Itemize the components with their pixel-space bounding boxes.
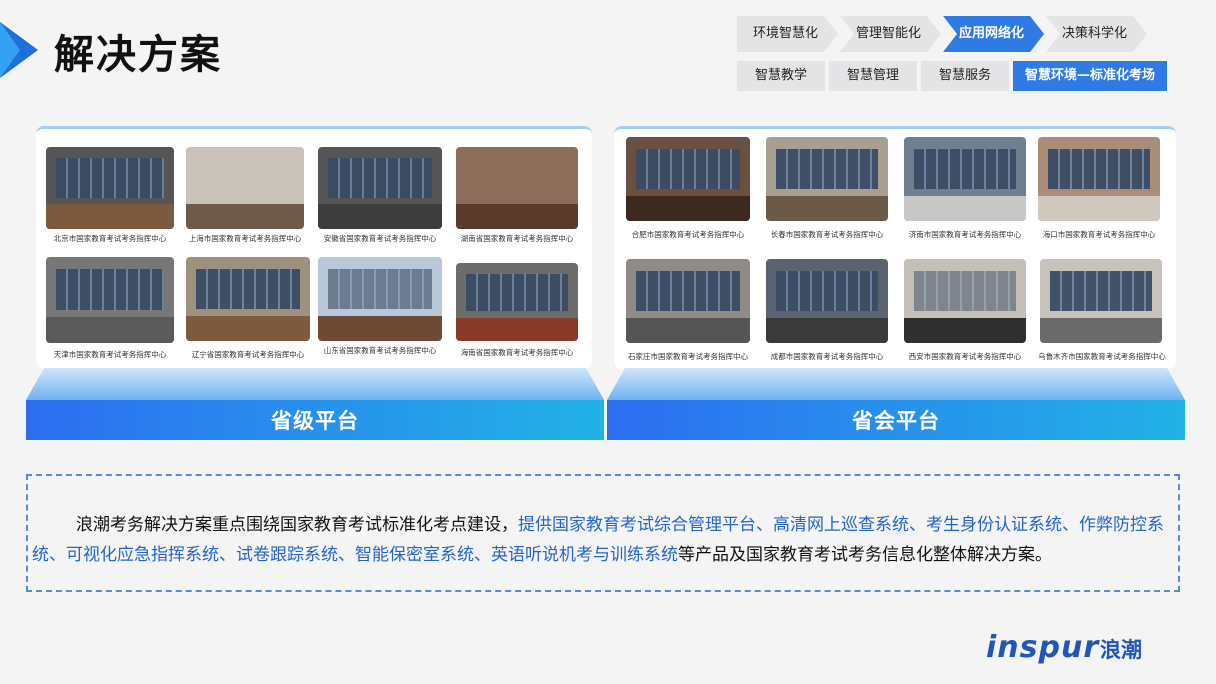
photo-chengdu [766, 259, 888, 343]
nav-item-decision[interactable]: 决策科学化 [1046, 16, 1147, 52]
nav-item-management[interactable]: 管理智能化 [840, 16, 941, 52]
photo-xian [904, 259, 1026, 343]
caption-liaoning: 辽宁省国家教育考试考务指挥中心 [191, 350, 305, 359]
photo-liaoning [186, 257, 310, 341]
tab-smart-environment[interactable]: 智慧环境—标准化考场 [1013, 61, 1168, 91]
inspur-logo-cn: 浪潮 [1100, 638, 1142, 662]
caption-hunan: 湖南省国家教育考试考务指挥中心 [460, 234, 574, 243]
photo-jinan [904, 137, 1026, 221]
primary-nav: 环境智慧化 管理智能化 应用网络化 决策科学化 [737, 16, 1149, 52]
secondary-nav: 智慧教学 智慧管理 智慧服务 智慧环境—标准化考场 [737, 61, 1168, 91]
provincial-photo-panel: 北京市国家教育考试考务指挥中心 上海市国家教育考试考务指挥中心 安徽省国家教育考… [36, 126, 592, 369]
photo-urumqi [1040, 259, 1162, 343]
caption-xian: 西安市国家教育考试考务指挥中心 [908, 352, 1022, 361]
provincial-platform-label: 省级平台 [271, 409, 359, 433]
caption-urumqi: 乌鲁木齐市国家教育考试考务指挥中心 [1038, 352, 1166, 361]
caption-anhui: 安徽省国家教育考试考务指挥中心 [323, 234, 437, 243]
description-outro: 等产品及国家教育考试考务信息化整体解决方案。 [678, 545, 1052, 565]
photo-shijiazhuang [626, 259, 750, 343]
caption-shanghai: 上海市国家教育考试考务指挥中心 [188, 234, 302, 243]
photo-hefei [626, 137, 750, 221]
capital-platform-label: 省会平台 [852, 409, 940, 433]
caption-shandong: 山东省国家教育考试考务指挥中心 [323, 346, 437, 355]
inspur-logo: inspur [986, 630, 1100, 665]
corner-accent-light [0, 22, 20, 78]
caption-haikou: 海口市国家教育考试考务指挥中心 [1042, 230, 1156, 239]
description-intro: 浪潮考务解决方案重点围绕国家教育考试标准化考点建设， [76, 515, 518, 535]
capital-platform-base: 省会平台 [607, 368, 1185, 442]
caption-tianjin: 天津市国家教育考试考务指挥中心 [53, 350, 167, 359]
photo-shanghai [186, 147, 304, 229]
photo-anhui [318, 147, 442, 229]
tab-smart-management[interactable]: 智慧管理 [829, 61, 918, 91]
page-title: 解决方案 [54, 32, 222, 78]
photo-hainan [456, 263, 578, 341]
description-text: 浪潮考务解决方案重点围绕国家教育考试标准化考点建设，提供国家教育考试综合管理平台… [32, 510, 1172, 570]
photo-tianjin [46, 257, 174, 343]
photo-haikou [1038, 137, 1160, 221]
photo-beijing [46, 147, 174, 229]
photo-shandong [318, 257, 442, 341]
caption-changchun: 长春市国家教育考试考务指挥中心 [770, 230, 884, 239]
nav-item-application[interactable]: 应用网络化 [943, 16, 1044, 52]
photo-hunan [456, 147, 578, 229]
caption-beijing: 北京市国家教育考试考务指挥中心 [53, 234, 167, 243]
tab-smart-service[interactable]: 智慧服务 [921, 61, 1010, 91]
caption-hainan: 海南省国家教育考试考务指挥中心 [460, 348, 574, 357]
caption-hefei: 合肥市国家教育考试考务指挥中心 [631, 230, 745, 239]
caption-shijiazhuang: 石家庄市国家教育考试考务指挥中心 [628, 352, 748, 361]
nav-item-environment[interactable]: 环境智慧化 [737, 16, 838, 52]
photo-changchun [766, 137, 888, 221]
tab-smart-teaching[interactable]: 智慧教学 [737, 61, 826, 91]
provincial-platform-base: 省级平台 [26, 368, 604, 442]
caption-chengdu: 成都市国家教育考试考务指挥中心 [770, 352, 884, 361]
description-box: 浪潮考务解决方案重点围绕国家教育考试标准化考点建设，提供国家教育考试综合管理平台… [26, 474, 1180, 592]
capital-photo-panel: 合肥市国家教育考试考务指挥中心 长春市国家教育考试考务指挥中心 济南市国家教育考… [614, 126, 1176, 369]
caption-jinan: 济南市国家教育考试考务指挥中心 [908, 230, 1022, 239]
